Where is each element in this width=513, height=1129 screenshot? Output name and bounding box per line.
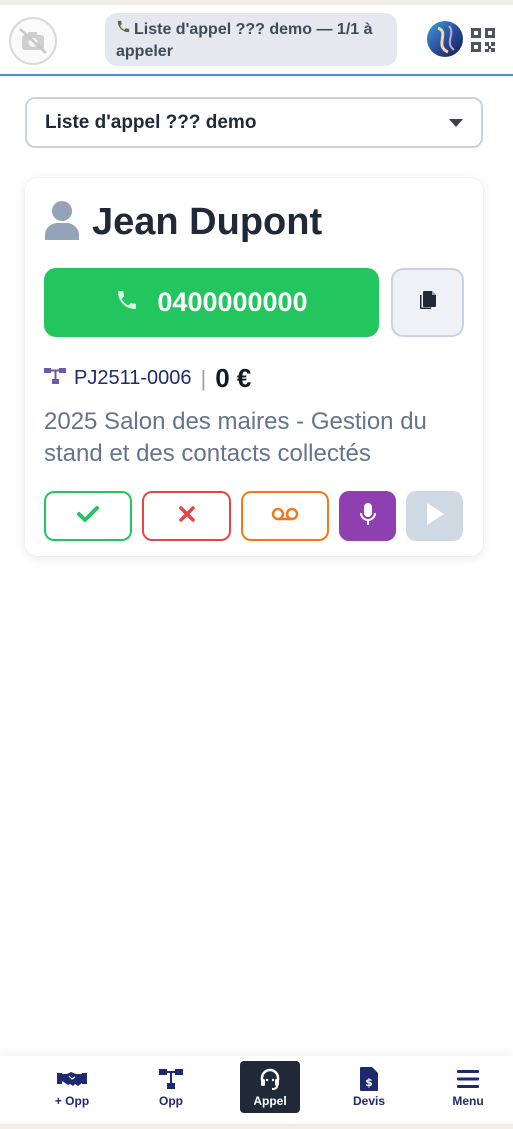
close-icon <box>178 505 195 527</box>
qr-code-icon[interactable] <box>471 28 495 52</box>
nav-item-menu[interactable]: Menu <box>438 1061 498 1113</box>
no-photo-icon[interactable] <box>9 17 57 65</box>
play-icon <box>425 502 445 531</box>
phone-icon <box>115 288 139 317</box>
nav-item-add-opp[interactable]: + Opp <box>42 1061 102 1113</box>
call-list-select[interactable]: Liste d'appel ??? demo <box>25 97 483 148</box>
voicemail-button[interactable] <box>241 491 329 541</box>
opportunity-description: 2025 Salon des maires - Gestion du stand… <box>44 408 427 467</box>
handshake-icon <box>57 1067 87 1091</box>
copy-icon <box>416 288 440 317</box>
record-button[interactable] <box>339 491 396 541</box>
nav-label: + Opp <box>54 1093 90 1108</box>
phone-number: 0400000000 <box>157 287 308 317</box>
call-list-status: Liste d'appel ??? demo — 1/1 à appeler <box>105 13 397 66</box>
nav-label: Menu <box>452 1093 484 1108</box>
success-button[interactable] <box>44 491 132 541</box>
contact-header: Jean Dupont <box>44 200 322 245</box>
menu-icon <box>457 1067 479 1091</box>
copy-button[interactable] <box>391 268 464 337</box>
app: Liste d'appel ??? demo — 1/1 à appeler L… <box>0 5 513 1124</box>
play-button[interactable] <box>406 491 463 541</box>
user-icon <box>44 200 80 245</box>
nav-item-devis[interactable]: $ Devis <box>339 1061 399 1113</box>
svg-text:$: $ <box>365 1076 373 1089</box>
opportunity-amount: 0 € <box>215 363 252 393</box>
separator: | <box>200 365 207 391</box>
voicemail-icon <box>271 507 299 526</box>
nav-item-appel[interactable]: Appel <box>240 1061 300 1113</box>
caret-down-icon <box>449 118 463 127</box>
sitemap-icon <box>44 367 66 391</box>
nav-label: Opp <box>159 1093 183 1108</box>
check-icon <box>77 505 99 528</box>
phone-icon <box>116 19 131 41</box>
brand-orb-icon[interactable] <box>426 20 464 58</box>
top-header: Liste d'appel ??? demo — 1/1 à appeler <box>0 5 513 76</box>
bottom-nav: + Opp Opp Appel $ Devis Menu <box>0 1056 513 1122</box>
opportunity-ref[interactable]: PJ2511-0006 <box>74 367 192 390</box>
opportunity-row: PJ2511-0006 | 0 € <box>44 363 251 394</box>
fail-button[interactable] <box>142 491 231 541</box>
nav-label: Devis <box>352 1093 386 1108</box>
nav-label: Appel <box>253 1093 287 1108</box>
sitemap-icon <box>159 1067 183 1091</box>
call-button[interactable]: 0400000000 <box>44 268 379 337</box>
contact-card: Jean Dupont 0400000000 PJ2511-0006 | 0 €… <box>25 178 483 556</box>
microphone-icon <box>359 502 376 531</box>
call-list-select-value: Liste d'appel ??? demo <box>45 111 257 133</box>
headset-icon <box>258 1067 282 1091</box>
invoice-dollar-icon: $ <box>360 1066 378 1091</box>
header-title: Liste d'appel ??? demo — 1/1 à appeler <box>116 21 373 60</box>
nav-item-opp[interactable]: Opp <box>141 1061 201 1113</box>
contact-name: Jean Dupont <box>92 201 323 243</box>
